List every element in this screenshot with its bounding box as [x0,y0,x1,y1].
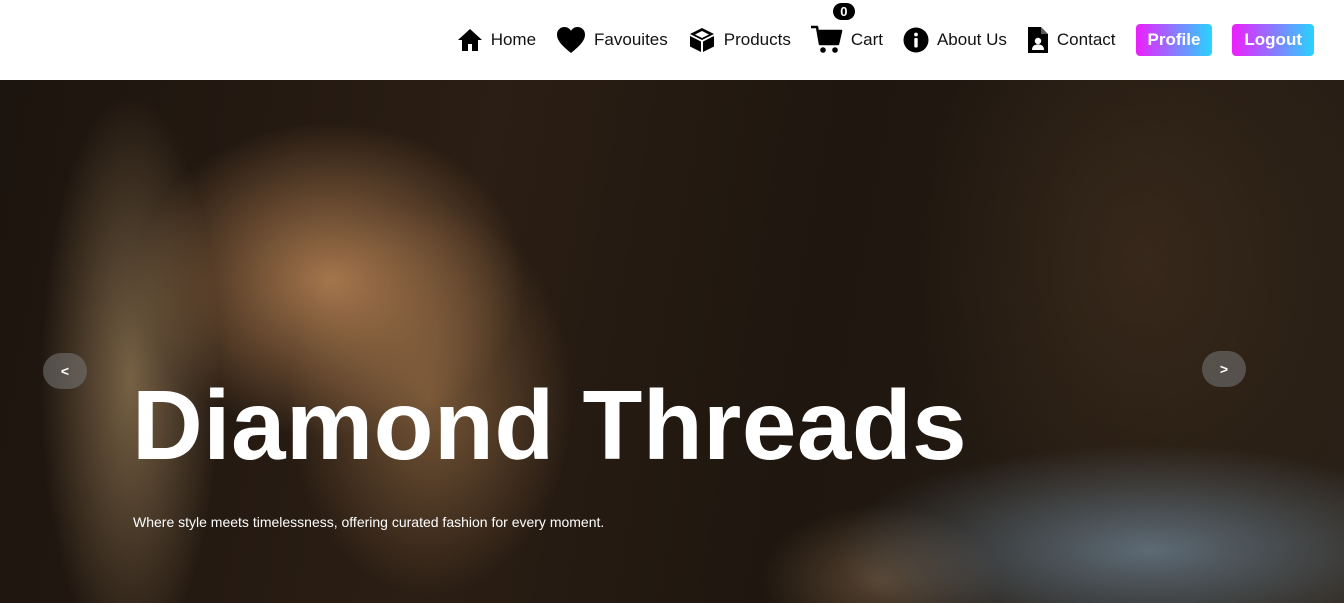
nav-about[interactable]: About Us [903,27,1007,53]
info-icon [903,27,929,53]
nav-favourites-label: Favouites [594,30,668,49]
nav-cart-label: Cart [850,30,883,49]
nav-home[interactable]: Home [457,28,536,52]
box-icon [688,26,716,54]
carousel-next-button[interactable]: > [1202,351,1246,387]
nav-cart[interactable]: 0 Cart [810,3,883,55]
cart-count-badge: 0 [832,3,855,20]
hero-carousel: < > Diamond Threads Where style meets ti… [0,80,1344,603]
contact-file-icon [1027,26,1049,54]
hero-subtitle: Where style meets timelessness, offering… [133,514,605,530]
nav-favourites[interactable]: Favouites [556,26,668,54]
hero-title: Diamond Threads [132,370,968,480]
logout-button[interactable]: Logout [1232,24,1314,56]
nav-contact[interactable]: Contact [1027,26,1116,54]
profile-button[interactable]: Profile [1135,24,1213,56]
carousel-prev-button[interactable]: < [43,353,87,389]
nav-home-label: Home [490,30,537,49]
nav-products-label: Products [723,30,791,49]
home-icon [457,28,483,52]
heart-icon [556,26,586,54]
cart-icon: 0 [810,3,855,55]
nav-contact-label: Contact [1056,30,1116,49]
nav-about-label: About Us [936,30,1007,49]
top-navbar: Home Favouites Products 0 Cart About Us … [0,0,1344,80]
nav-products[interactable]: Products [688,26,791,54]
nav-links: Home Favouites Products 0 Cart About Us … [457,3,1314,56]
